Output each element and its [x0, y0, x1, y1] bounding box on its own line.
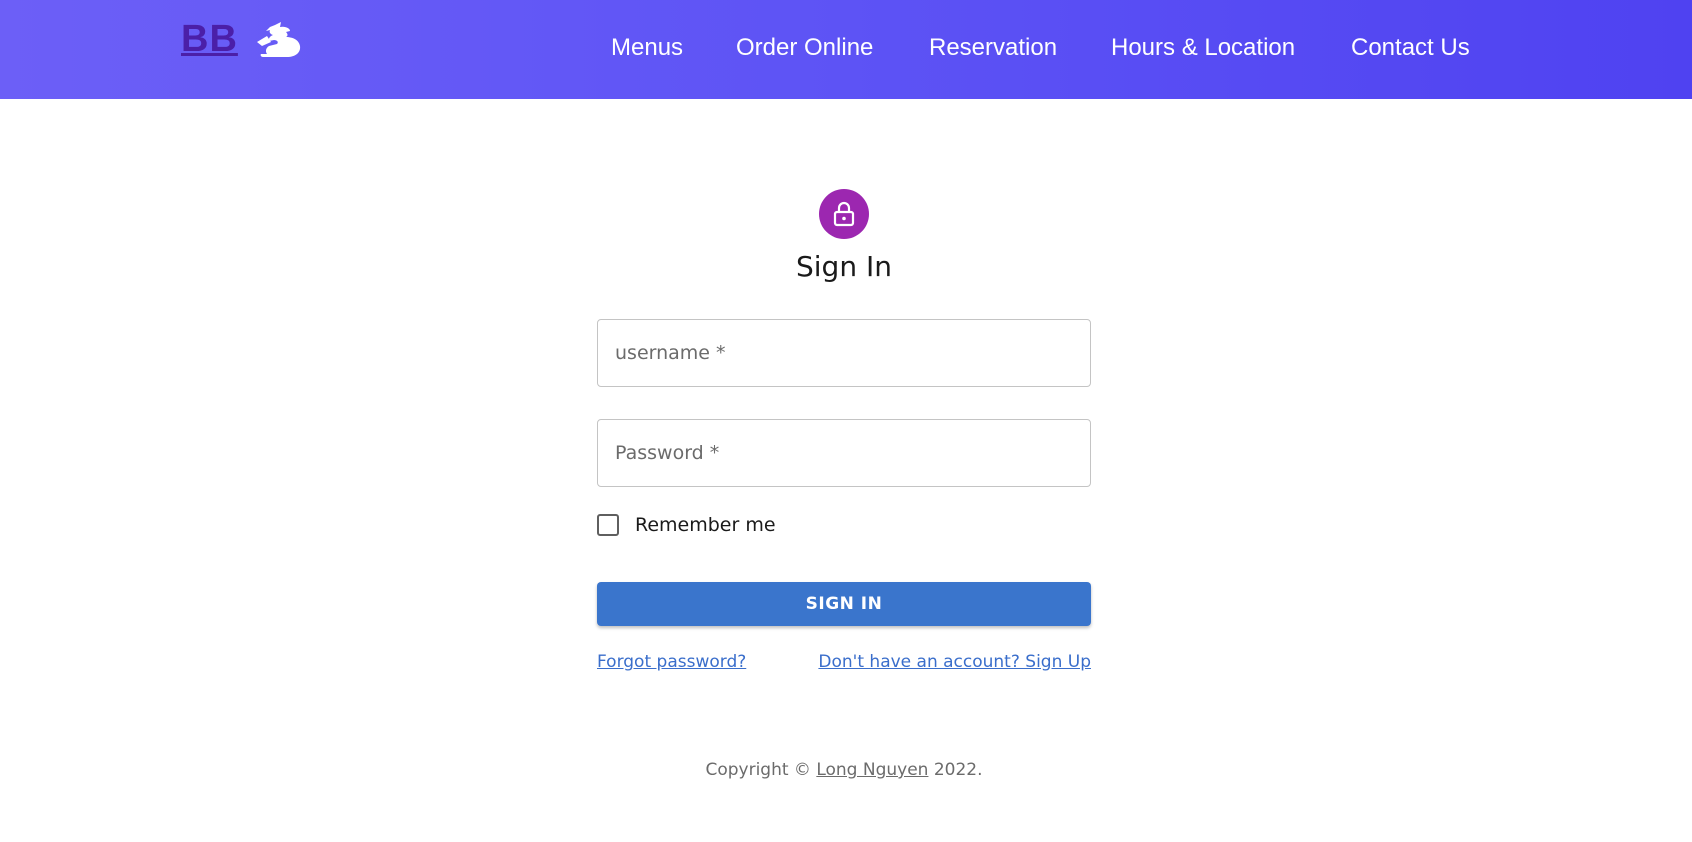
password-input[interactable] [598, 420, 1090, 486]
page-title: Sign In [796, 250, 892, 283]
sign-in-button[interactable]: SIGN IN [597, 582, 1091, 626]
lock-avatar [819, 189, 869, 239]
top-navbar: BB Menus Order Online Reservation Hours … [0, 0, 1692, 99]
sign-up-link[interactable]: Don't have an account? Sign Up [818, 652, 1091, 672]
username-field[interactable] [597, 319, 1091, 387]
nav-hours-location[interactable]: Hours & Location [1111, 34, 1295, 62]
password-field[interactable] [597, 419, 1091, 487]
nav-contact-us[interactable]: Contact Us [1351, 34, 1470, 62]
remember-label: Remember me [635, 514, 776, 536]
username-input[interactable] [598, 320, 1090, 386]
nav-reservation[interactable]: Reservation [929, 34, 1057, 62]
lock-icon [833, 201, 855, 227]
brand-link[interactable]: BB [181, 18, 238, 61]
dragon-icon[interactable] [257, 22, 303, 62]
copyright-year: 2022. [928, 760, 983, 780]
remember-checkbox[interactable] [597, 514, 619, 536]
nav-menus[interactable]: Menus [611, 34, 683, 62]
author-link[interactable]: Long Nguyen [816, 760, 928, 780]
copyright: Copyright © Long Nguyen 2022. [0, 760, 1688, 780]
nav-order-online[interactable]: Order Online [736, 34, 873, 62]
forgot-password-link[interactable]: Forgot password? [597, 652, 746, 672]
copyright-prefix: Copyright © [705, 760, 817, 780]
remember-me[interactable]: Remember me [597, 512, 776, 538]
